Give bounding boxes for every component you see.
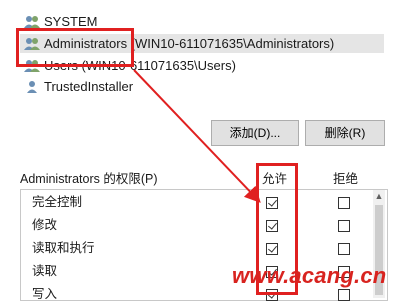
watermark-text: www.acang.cn (232, 263, 387, 288)
annotation-arrow (133, 69, 261, 203)
